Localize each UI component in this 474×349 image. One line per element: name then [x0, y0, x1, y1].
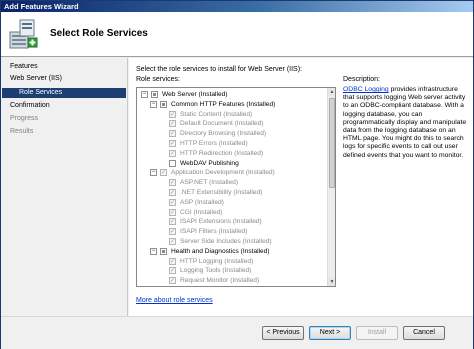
collapse-icon[interactable]: − [150, 169, 157, 177]
description-body: provides infrastructure that supports lo… [343, 86, 467, 159]
checkbox: ✓ [169, 257, 176, 265]
tree-item-label: ASP.NET (Installed) [180, 179, 239, 187]
checkbox: ✓ [169, 238, 176, 245]
checkbox: ✓ [169, 189, 176, 196]
previous-button[interactable]: < Previous [262, 326, 304, 340]
tree-item-label: ASP (Installed) [180, 198, 224, 206]
checkbox[interactable] [160, 100, 167, 108]
checkbox: ✓ [169, 149, 176, 157]
scroll-thumb[interactable] [329, 98, 335, 188]
title-bar[interactable]: Add Features Wizard [1, 1, 473, 12]
tree-item-label: Health and Diagnostics (Installed) [171, 247, 270, 255]
cancel-button[interactable]: Cancel [403, 326, 445, 340]
page-title: Select Role Services [50, 28, 148, 39]
description-label: Description: [343, 76, 380, 83]
nav-item-web-server[interactable]: Web Server (IIS) [10, 75, 62, 82]
scroll-down-icon[interactable]: ▼ [328, 278, 335, 286]
checkbox: ✓ [169, 208, 176, 216]
tree-item-label: ISAPI Extensions (Installed) [180, 218, 262, 226]
tree-item-label: HTTP Redirection (Installed) [180, 149, 264, 157]
nav-item-confirmation[interactable]: Confirmation [10, 102, 50, 109]
tree-item-label: HTTP Logging (Installed) [180, 257, 254, 265]
wizard-footer: < Previous Next > Install Cancel [1, 316, 473, 349]
tree-item-label: Logging Tools (Installed) [180, 267, 252, 275]
checkbox: ✓ [169, 198, 176, 206]
checkbox[interactable] [169, 159, 176, 167]
tree-item-label: .NET Extensibility (Installed) [180, 189, 263, 196]
tree-item-label: Default Document (Installed) [180, 120, 264, 128]
role-services-label: Role services: [136, 76, 180, 83]
tree-item-label: HTTP Errors (Installed) [180, 140, 248, 147]
tree-item-label: CGI (Installed) [180, 208, 223, 216]
tree-item-label: WebDAV Publishing [180, 159, 239, 167]
checkbox: ✓ [169, 277, 176, 285]
tree-item-label: Common HTTP Features (Installed) [171, 100, 276, 108]
wizard-nav: Features Web Server (IIS) Role Services … [1, 58, 128, 316]
checkbox[interactable] [160, 247, 167, 255]
more-about-role-services-link[interactable]: More about role services [136, 297, 213, 304]
tree-item-label: Application Development (Installed) [171, 169, 275, 177]
collapse-icon[interactable]: − [150, 247, 157, 255]
checkbox: ✓ [169, 267, 176, 275]
checkbox: ✓ [169, 120, 176, 128]
checkbox: ✓ [169, 228, 176, 236]
collapse-icon[interactable]: − [150, 100, 157, 108]
checkbox[interactable] [151, 91, 158, 98]
tree-item-label: Static Content (Installed) [180, 110, 253, 118]
wizard-window: Add Features Wizard Select Role Services… [0, 0, 474, 349]
nav-item-progress: Progress [10, 115, 39, 122]
tree-scrollbar[interactable]: ▲ ▼ [327, 88, 335, 286]
scroll-up-icon[interactable]: ▲ [328, 88, 335, 96]
tree-item-label: ISAPI Filters (Installed) [180, 228, 248, 236]
tree-item-label: Server Side Includes (Installed) [180, 238, 272, 245]
install-button: Install [356, 326, 398, 340]
main-content: Select the role services to install for … [129, 58, 473, 316]
role-services-tree[interactable]: ▲ ▼ − Web Server (Installed) − Common HTTP … [136, 87, 336, 287]
tree-item-label: Directory Browsing (Installed) [180, 130, 267, 138]
nav-item-features[interactable]: Features [10, 63, 38, 70]
checkbox: ✓ [169, 218, 176, 226]
odbc-logging-link[interactable]: ODBC Logging [343, 86, 389, 93]
checkbox: ✓ [169, 179, 176, 187]
instruction-text: Select the role services to install for … [136, 66, 302, 73]
tree-item-label: Request Monitor (Installed) [180, 277, 260, 285]
checkbox: ✓ [169, 130, 176, 138]
wizard-header: Select Role Services [1, 12, 473, 57]
collapse-icon[interactable]: − [141, 91, 148, 98]
checkbox: ✓ [169, 110, 176, 118]
description-text: ODBC Logging provides infrastructure tha… [343, 86, 469, 160]
checkbox: ✓ [169, 140, 176, 147]
checkbox: ✓ [160, 169, 167, 177]
tree-item-label: Web Server (Installed) [162, 91, 228, 98]
server-role-icon [9, 19, 38, 49]
next-button[interactable]: Next > [309, 326, 351, 340]
nav-item-role-services[interactable]: Role Services [2, 88, 126, 98]
window-title: Add Features Wizard [4, 2, 79, 11]
nav-item-results: Results [10, 128, 34, 135]
